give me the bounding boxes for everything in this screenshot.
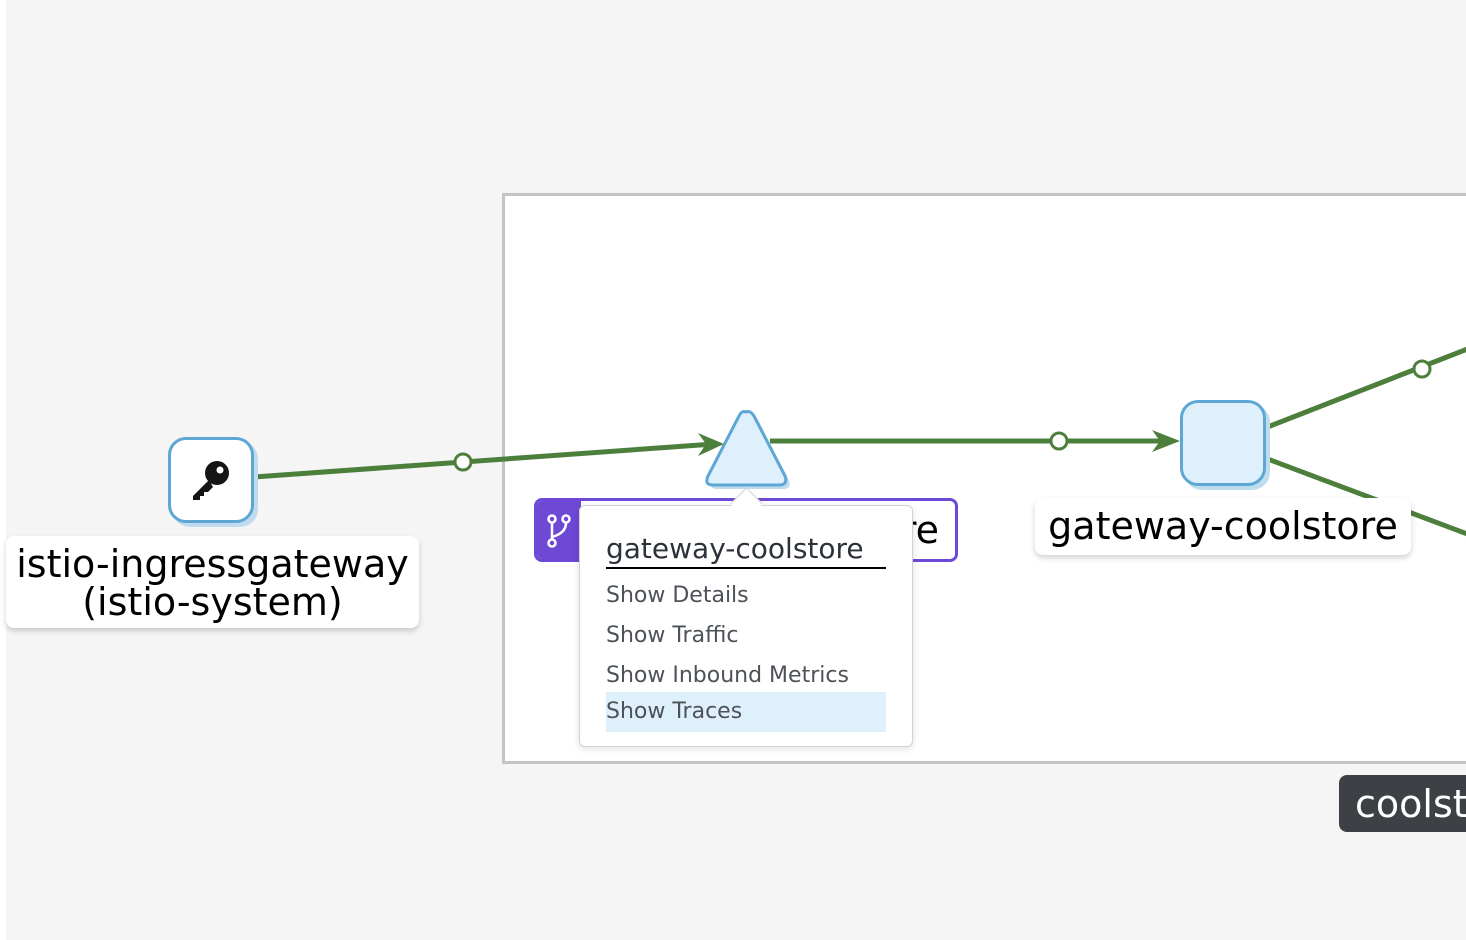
namespace-label[interactable]: coolst [1339,775,1466,832]
app-node-triangle [705,410,790,489]
service-node[interactable] [1180,400,1266,486]
menu-item-show-details[interactable]: Show Details [606,576,886,616]
ingress-gateway-node[interactable] [168,437,254,523]
menu-item-show-traces[interactable]: Show Traces [606,692,886,732]
key-icon [193,461,229,500]
ingress-gateway-label[interactable]: istio-ingressgateway (istio-system) [6,536,419,628]
app-badge [537,501,581,559]
context-menu: gateway-coolstore Show Details Show Traf… [579,505,913,747]
service-node-label[interactable]: gateway-coolstore [1035,498,1411,555]
context-menu-title: gateway-coolstore [606,532,886,569]
edge-service-upper [1264,346,1466,431]
graph-canvas[interactable]: istio-ingressgateway (istio-system) gate… [0,0,1466,940]
code-branch-icon [547,514,571,548]
edge-midpoint [1049,431,1069,451]
edge-midpoint [1412,359,1432,379]
menu-item-show-inbound-metrics[interactable]: Show Inbound Metrics [606,656,886,696]
menu-item-show-traffic[interactable]: Show Traffic [606,616,886,656]
ingress-label-line2: (istio-system) [82,580,343,624]
edge-ingress-to-app [253,441,715,480]
edge-midpoint [453,452,473,472]
ingress-label-line1: istio-ingressgateway [16,542,409,586]
